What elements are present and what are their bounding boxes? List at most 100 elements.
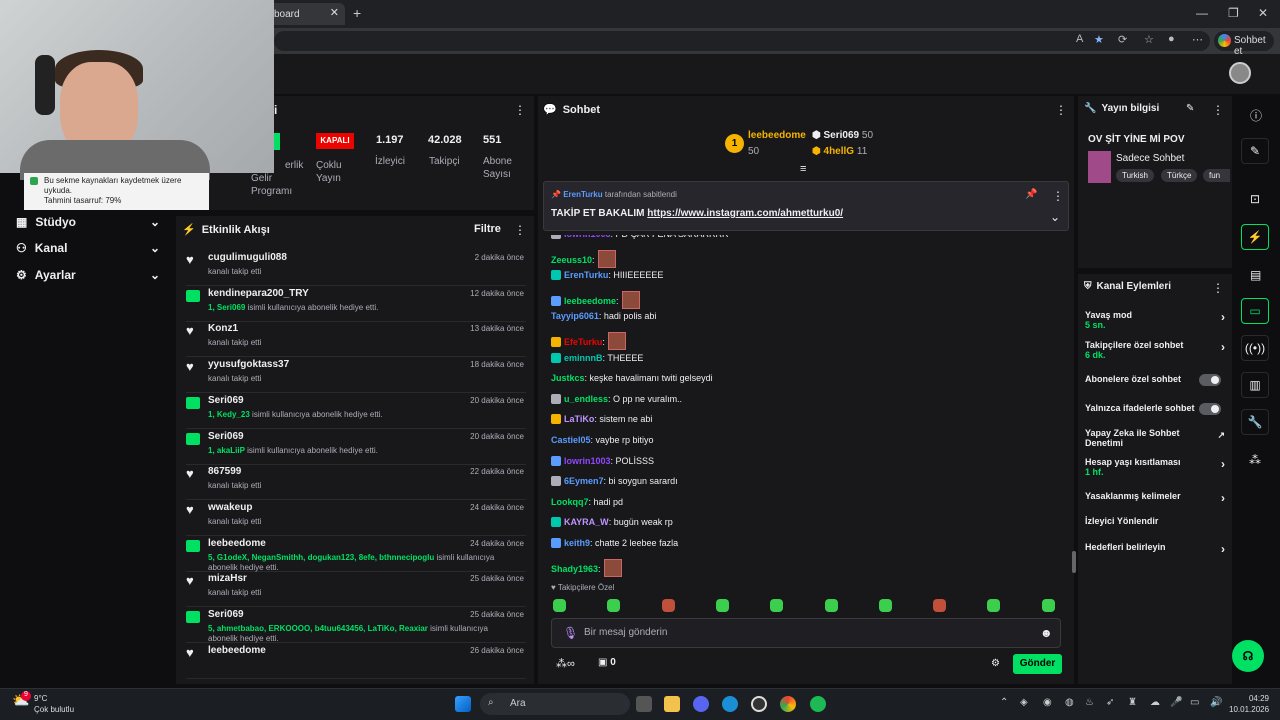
window-close-icon[interactable]: ✕ xyxy=(1258,6,1268,20)
store-button[interactable]: ▣ 0 xyxy=(598,657,616,668)
close-icon[interactable]: ✕ xyxy=(330,6,339,19)
activity-item[interactable]: ♥ leebeedome 26 dakika önce xyxy=(186,643,526,679)
tray-chevron-icon[interactable]: ⌃ xyxy=(1000,697,1008,708)
share-icon[interactable]: ⁂ xyxy=(1249,453,1261,467)
chat-username[interactable]: Castiel05 xyxy=(551,435,591,445)
channel-action-row[interactable]: Yalnızca ifadelerle sohbet xyxy=(1085,403,1225,415)
emote-icon[interactable] xyxy=(607,599,621,612)
chat-username[interactable]: LaTiKo xyxy=(564,414,594,424)
browser-tab[interactable]: board ✕ xyxy=(262,3,345,25)
kebab-menu-icon[interactable]: ⋮ xyxy=(514,223,526,237)
toggle-switch[interactable] xyxy=(1199,374,1221,386)
tray-app-icon[interactable]: ➶ xyxy=(1106,697,1114,708)
send-button[interactable]: Gönder xyxy=(1013,654,1062,674)
chat-scrollbar[interactable] xyxy=(1072,551,1076,573)
network-icon[interactable]: ☁ xyxy=(1150,697,1160,708)
collapse-icon[interactable]: ≡ xyxy=(800,163,806,175)
display-icon[interactable]: ▭ xyxy=(1190,697,1199,708)
emote-icon[interactable] xyxy=(824,599,838,612)
chat-username[interactable]: u_endless xyxy=(564,394,608,404)
channel-action-row[interactable]: Yavaş mod 5 sn. › xyxy=(1085,310,1225,330)
channel-action-row[interactable]: Yapay Zeka ile Sohbet Denetimi ↗ xyxy=(1085,428,1225,448)
toggle-switch[interactable] xyxy=(1199,403,1221,415)
edit-pencil-icon[interactable]: ✎ xyxy=(1186,103,1194,114)
chat-username[interactable]: ErenTurku xyxy=(564,270,608,280)
chrome-icon[interactable] xyxy=(780,696,796,712)
emote-icon[interactable] xyxy=(878,599,892,612)
taskbar-clock[interactable]: 04:29 10.01.2026 xyxy=(1229,693,1269,715)
edge-icon[interactable] xyxy=(722,696,738,712)
kebab-menu-icon[interactable]: ⋮ xyxy=(1212,281,1224,295)
notes-icon[interactable]: ▤ xyxy=(1250,268,1261,282)
read-aloud-icon[interactable]: A xyxy=(1076,33,1083,45)
filter-button[interactable]: Filtre xyxy=(474,223,501,235)
channel-points-icon[interactable]: ⁂∞ xyxy=(556,657,575,670)
leaderboard-second[interactable]: ⬢ Seri069 50 xyxy=(812,130,873,141)
tag-chip[interactable]: Turkish xyxy=(1116,169,1154,182)
obs-icon[interactable] xyxy=(751,696,767,712)
chat-username[interactable]: Shady1963 xyxy=(551,564,598,574)
activity-item[interactable]: ♥ cugulimuguli088 kanalı takip etti 2 dakik… xyxy=(186,250,526,286)
edit-icon[interactable]: ✎ xyxy=(1241,138,1269,164)
kebab-menu-icon[interactable]: ⋮ xyxy=(1212,103,1224,117)
copilot-chat-button[interactable]: Sohbet et xyxy=(1214,31,1274,57)
emote-icon[interactable] xyxy=(715,599,729,612)
category-name[interactable]: Sadece Sohbet xyxy=(1116,153,1184,164)
kebab-menu-icon[interactable]: ⋮ xyxy=(1052,189,1064,203)
lightning-icon[interactable]: ⚡ xyxy=(1241,224,1269,250)
support-chat-button[interactable]: ☊ xyxy=(1232,640,1264,672)
chat-username[interactable]: leebeedome xyxy=(564,296,616,306)
chat-emote[interactable] xyxy=(607,332,626,350)
windows-start-icon[interactable] xyxy=(455,696,471,712)
minimize-icon[interactable]: — xyxy=(1196,6,1208,20)
chat-username[interactable]: 6Eymen7 xyxy=(564,476,604,486)
activity-item[interactable]: ♥ mizaHsr kanalı takip etti 25 dakika önce xyxy=(186,571,526,608)
chat-username[interactable]: EfeTurku xyxy=(564,337,602,347)
emote-icon[interactable] xyxy=(987,599,1001,612)
activity-item[interactable]: ♥ Konz1 kanalı takip etti 13 dakika önce xyxy=(186,321,526,358)
chat-username[interactable]: Justkcs xyxy=(551,373,585,383)
collections-icon[interactable]: ☆ xyxy=(1144,33,1154,46)
mic-icon[interactable]: 🎤 xyxy=(1170,697,1182,708)
chat-username[interactable]: KAYRA_W xyxy=(564,517,609,527)
channel-action-row[interactable]: Abonelere özel sohbet xyxy=(1085,374,1225,386)
chat-emote[interactable] xyxy=(621,290,640,309)
url-field[interactable] xyxy=(274,31,1210,51)
activity-item[interactable]: ♥ 867599 kanalı takip etti 22 dakika önce xyxy=(186,464,526,501)
volume-icon[interactable]: 🔊 xyxy=(1210,697,1222,708)
wrench-icon[interactable]: 🔧 xyxy=(1241,409,1269,435)
activity-item[interactable]: kendinepara200_TRY 1, Seri069 isimli kull… xyxy=(186,286,526,322)
emote-icon[interactable] xyxy=(661,599,675,612)
tag-chip[interactable]: Türkçe xyxy=(1161,169,1198,182)
task-view-icon[interactable] xyxy=(636,696,652,712)
profile-icon[interactable]: ● xyxy=(1168,33,1175,45)
emoji-icon[interactable]: ☻ xyxy=(1040,626,1053,640)
broadcast-icon[interactable]: ((•)) xyxy=(1241,335,1269,361)
nav-item-studio[interactable]: ▦ Stüdyo ⌄ xyxy=(16,215,166,229)
taskbar-search[interactable]: Ara xyxy=(480,693,630,715)
nav-item-settings[interactable]: ⚙ Ayarlar ⌄ xyxy=(16,268,166,282)
chat-username[interactable]: Tayyip6061 xyxy=(551,311,599,321)
maximize-icon[interactable]: ❐ xyxy=(1228,6,1239,20)
tray-app-icon[interactable]: ◍ xyxy=(1065,697,1074,708)
chat-settings-gear-icon[interactable]: ⚙ xyxy=(991,658,1000,669)
chat-username[interactable]: keith9 xyxy=(564,538,590,548)
info-icon[interactable]: ⓘ xyxy=(1250,107,1262,124)
leaderboard-first-name[interactable]: leebeedome xyxy=(748,130,806,141)
activity-item[interactable]: Seri069 1, akaLiiP isimli kullanıcıya abo… xyxy=(186,429,526,465)
chat-username[interactable]: Zeeuss10 xyxy=(551,255,592,265)
channel-action-row[interactable]: Takipçilere özel sohbet 6 dk. › xyxy=(1085,340,1225,360)
kebab-menu-icon[interactable]: ⋮ xyxy=(1055,103,1067,117)
extensions-icon[interactable]: ⟳ xyxy=(1118,33,1127,46)
screenshot-icon[interactable]: ⊡ xyxy=(1250,192,1260,206)
more-icon[interactable]: ⋯ xyxy=(1192,33,1203,46)
chat-emote[interactable] xyxy=(603,558,622,577)
chat-username[interactable]: eminnnB xyxy=(564,353,603,363)
activity-item[interactable]: Seri069 5, ahmetbabao, ERKOOOO, b4tuu6434… xyxy=(186,607,526,643)
steam-icon[interactable]: ♨ xyxy=(1085,697,1094,708)
activity-item[interactable]: ♥ yyusufgoktass37 kanalı takip etti 18 daki… xyxy=(186,357,526,394)
emote-icon[interactable] xyxy=(933,599,947,612)
leaderboard-third[interactable]: ⬢ 4hellG 11 xyxy=(812,146,867,157)
channel-action-row[interactable]: Hedefleri belirleyin › xyxy=(1085,542,1225,555)
activity-item[interactable]: leebeedome 5, G1odeX, NeganSmithh, doguka… xyxy=(186,536,526,572)
